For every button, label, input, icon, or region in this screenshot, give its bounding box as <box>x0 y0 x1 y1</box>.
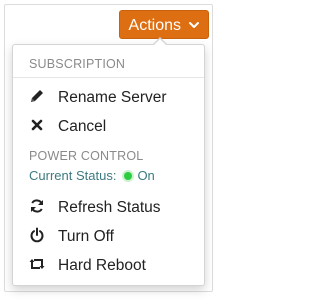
menu-item-label: Hard Reboot <box>58 257 146 274</box>
divider <box>13 77 204 78</box>
actions-button[interactable]: Actions <box>119 10 209 39</box>
status-value: On <box>137 168 155 183</box>
actions-button-label: Actions <box>128 17 181 34</box>
menu-caret-inner <box>154 39 166 45</box>
status-label: Current Status: <box>29 168 117 183</box>
menu-item-hard-reboot[interactable]: Hard Reboot <box>29 253 196 279</box>
menu-item-label: Rename Server <box>58 89 167 106</box>
retweet-icon <box>29 256 45 272</box>
refresh-icon <box>29 198 45 214</box>
menu-item-rename-server[interactable]: Rename Server <box>29 85 196 111</box>
menu-item-label: Turn Off <box>58 228 114 245</box>
menu-item-turn-off[interactable]: Turn Off <box>29 224 196 250</box>
actions-dropdown-menu: SUBSCRIPTION Rename Server Cancel POWER … <box>12 44 205 286</box>
menu-item-refresh-status[interactable]: Refresh Status <box>29 195 196 221</box>
section-header-power-control: POWER CONTROL <box>29 149 144 163</box>
menu-item-label: Refresh Status <box>58 199 161 216</box>
section-header-subscription: SUBSCRIPTION <box>29 57 126 71</box>
menu-item-label: Cancel <box>58 118 107 135</box>
pencil-icon <box>29 88 45 104</box>
power-icon <box>29 227 45 243</box>
menu-item-cancel[interactable]: Cancel <box>29 114 196 140</box>
status-indicator-icon <box>124 172 133 180</box>
x-icon <box>29 117 45 133</box>
chevron-down-icon <box>189 11 200 28</box>
current-status: Current Status: On <box>29 167 155 185</box>
